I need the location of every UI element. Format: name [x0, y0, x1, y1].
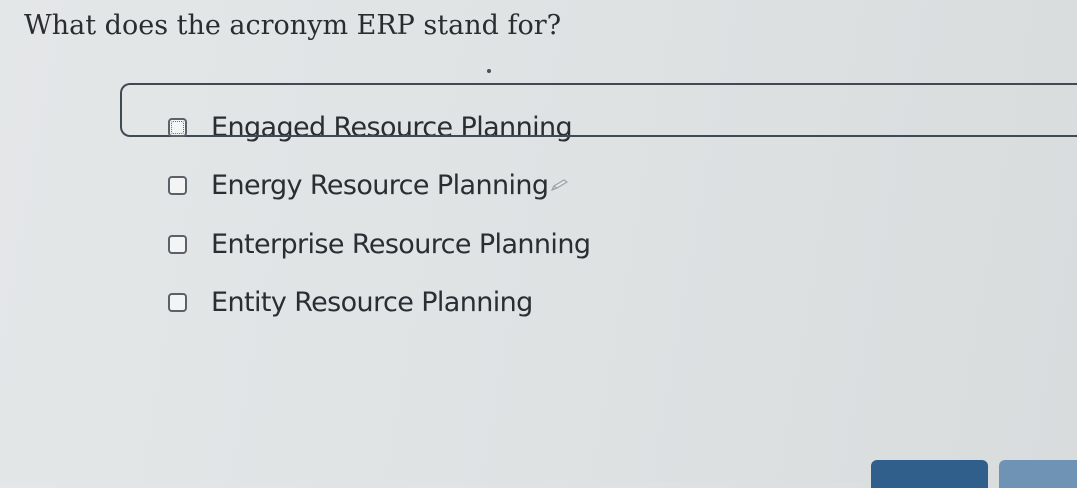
option-engaged-resource-planning[interactable]: Engaged Resource Planning: [119, 83, 1077, 147]
option-label: Engaged Resource Planning: [211, 111, 573, 143]
footer-buttons: [0, 457, 1077, 488]
pencil-icon: [551, 179, 569, 191]
checkbox[interactable]: [168, 292, 187, 312]
checkbox[interactable]: [168, 234, 187, 254]
option-energy-resource-planning[interactable]: Energy Resource Planning: [168, 165, 570, 205]
checkbox[interactable]: [168, 117, 187, 137]
option-label: Energy Resource Planning: [211, 169, 549, 201]
option-label: Enterprise Resource Planning: [211, 228, 591, 260]
primary-button[interactable]: [871, 460, 988, 488]
option-entity-resource-planning[interactable]: Entity Resource Planning: [168, 282, 533, 322]
secondary-button[interactable]: [999, 460, 1077, 488]
option-label: Entity Resource Planning: [211, 286, 533, 318]
option-enterprise-resource-planning[interactable]: Enterprise Resource Planning: [168, 224, 591, 264]
answer-options: Engaged Resource Planning Energy Resourc…: [0, 0, 1077, 482]
checkbox[interactable]: [168, 175, 187, 195]
